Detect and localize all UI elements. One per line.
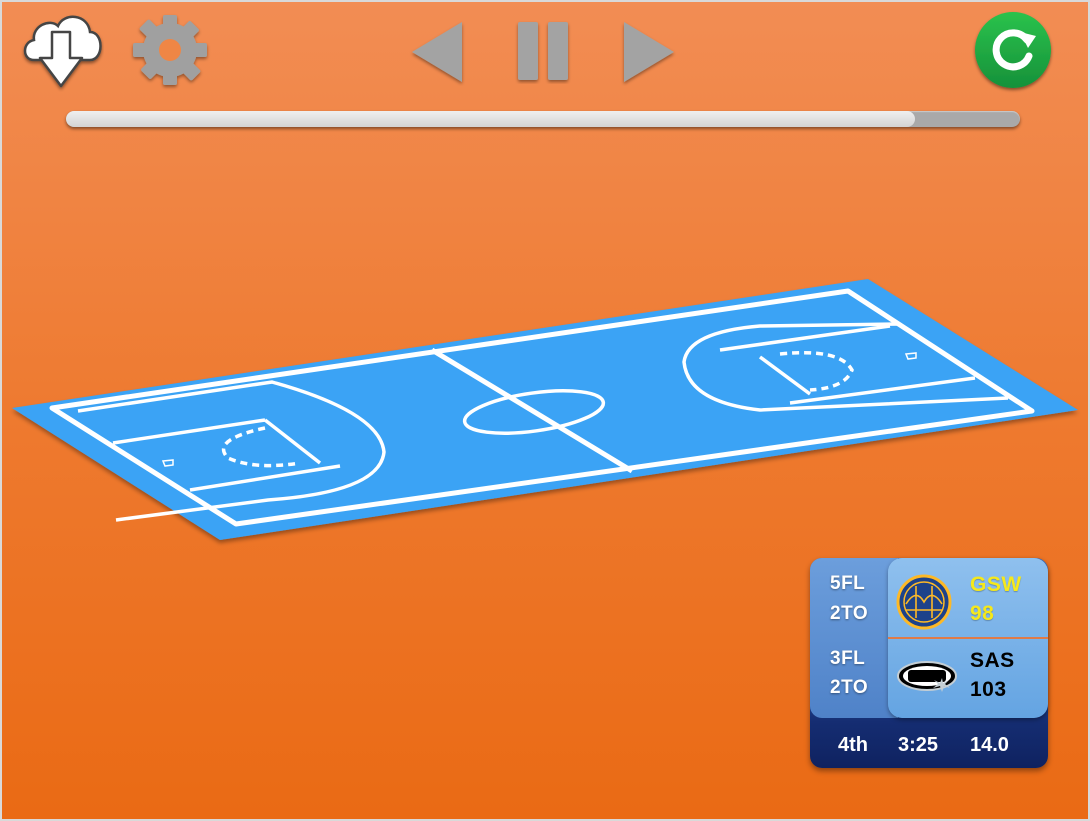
away-fouls: 3FL (830, 648, 866, 669)
shot-clock: 14.0 (970, 734, 1009, 756)
home-fouls: 5FL (830, 573, 866, 594)
scoreboard: 5FL 2TO 3FL 2TO GSW 98 SAS 103 4th 3:25 … (810, 558, 1048, 770)
away-team-abbr: SAS (970, 649, 1015, 672)
home-team-abbr: GSW (970, 573, 1022, 596)
warriors-logo (896, 574, 952, 630)
game-period: 4th (838, 734, 868, 756)
away-team-score: 103 (970, 678, 1007, 701)
home-team-score: 98 (970, 602, 995, 625)
home-timeouts: 2TO (830, 603, 869, 624)
game-clock: 3:25 (898, 734, 939, 756)
away-timeouts: 2TO (830, 677, 869, 698)
spurs-logo (897, 661, 957, 692)
team-divider (888, 637, 1048, 639)
